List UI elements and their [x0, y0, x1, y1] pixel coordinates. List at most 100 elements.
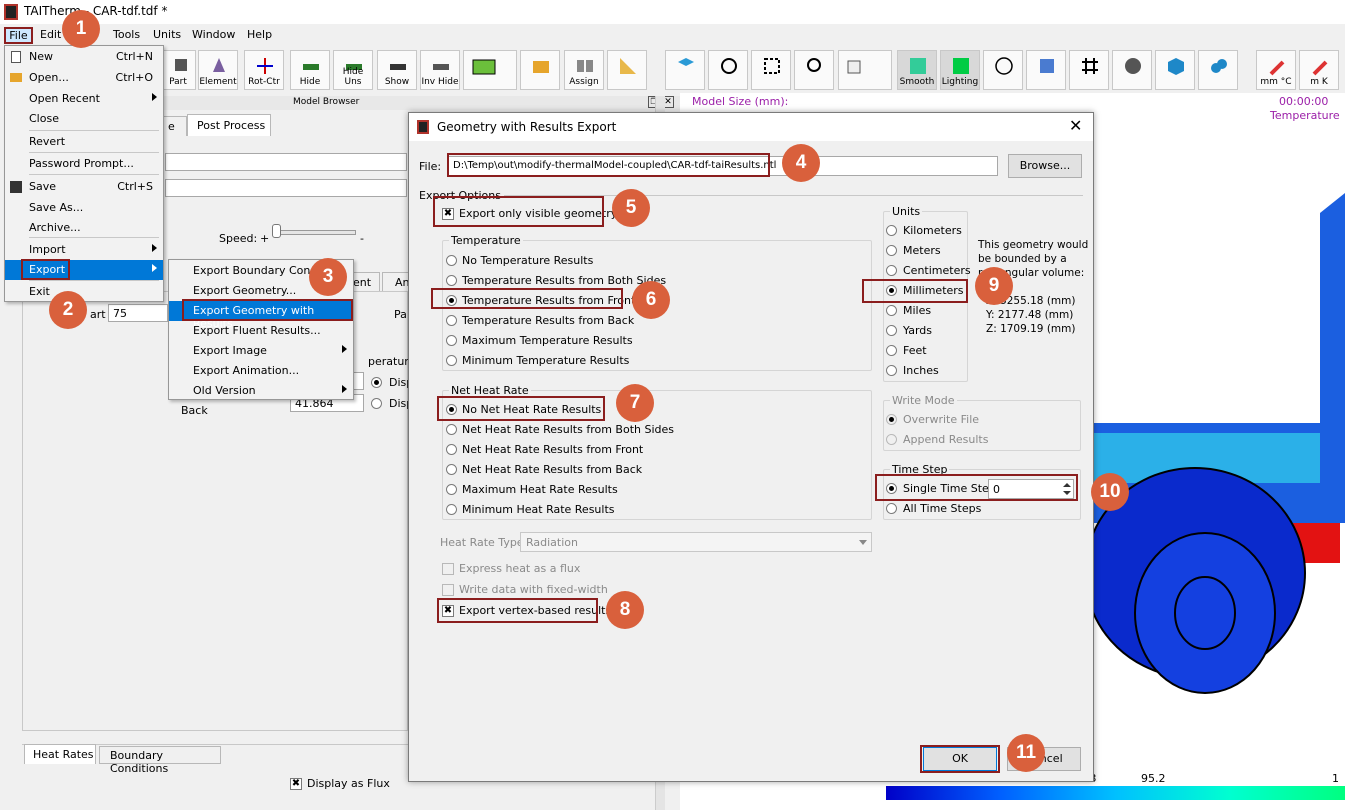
toolbar-measure-button[interactable]: [607, 50, 647, 90]
toolbar-assign-button[interactable]: Assign: [564, 50, 604, 90]
unit-inches-radio[interactable]: [886, 365, 897, 376]
temp-opt-max-radio[interactable]: [446, 335, 457, 346]
part-icon: [175, 59, 187, 71]
toolbar-rot-ctr-button[interactable]: Rot-Ctr: [244, 50, 284, 90]
unit-yards-radio[interactable]: [886, 325, 897, 336]
car-model-render: [1090, 193, 1345, 694]
toolbar-part-button[interactable]: Part: [160, 50, 196, 90]
display-as-flux-checkbox[interactable]: ✖: [290, 778, 302, 790]
express-flux-checkbox[interactable]: [442, 563, 454, 575]
heat-opt-back-radio[interactable]: [446, 464, 457, 475]
file-menu-save-as[interactable]: Save As...: [5, 198, 163, 218]
heat-opt-front-radio[interactable]: [446, 444, 457, 455]
speed-slider-handle[interactable]: [272, 224, 281, 238]
heat-opt-front-label: Net Heat Rate Results from Front: [462, 443, 644, 456]
menu-file[interactable]: File: [4, 27, 33, 44]
unit-cm-radio[interactable]: [886, 265, 897, 276]
start-label: art: [90, 308, 106, 321]
disp-radio-1[interactable]: [371, 377, 382, 388]
file-menu-password-prompt[interactable]: Password Prompt...: [5, 154, 163, 174]
heat-opt-min-radio[interactable]: [446, 504, 457, 515]
overwrite-file-radio[interactable]: [886, 414, 897, 425]
tab-boundary-conditions[interactable]: Boundary Conditions: [99, 746, 221, 775]
heat-opt-both-radio[interactable]: [446, 424, 457, 435]
toolbar-inv-hide-button[interactable]: Inv Hide: [420, 50, 460, 90]
post-field-1[interactable]: [165, 153, 407, 171]
callout-badge-3: 3: [309, 258, 347, 296]
toolbar-zoom-button[interactable]: [794, 50, 834, 90]
callout-badge-1: 1: [62, 10, 100, 48]
heat-rate-type-select[interactable]: Radiation: [520, 532, 872, 552]
toolbar-lighting-button[interactable]: Lighting: [940, 50, 980, 90]
export-fluent-results-item[interactable]: Export Fluent Results...: [169, 321, 353, 341]
browse-button[interactable]: Browse...: [1008, 154, 1082, 178]
file-menu-open-recent[interactable]: Open Recent: [5, 89, 163, 109]
fixed-width-checkbox[interactable]: [442, 584, 454, 596]
file-menu-revert[interactable]: Revert: [5, 132, 163, 152]
start-input[interactable]: 75: [108, 304, 168, 322]
unit-km-radio[interactable]: [886, 225, 897, 236]
toolbar-color-button[interactable]: [463, 50, 517, 90]
toolbar-display-mode-button[interactable]: [838, 50, 892, 90]
toolbar-show-button[interactable]: Show: [377, 50, 417, 90]
toolbar-wheel-button[interactable]: [1112, 50, 1152, 90]
file-menu-close-label: Close: [29, 112, 59, 125]
toolbar-hide-button[interactable]: Hide: [290, 50, 330, 90]
open-folder-icon: [10, 73, 22, 82]
tab-heat-rates[interactable]: Heat Rates: [24, 744, 96, 764]
tab-post-process[interactable]: Post Process: [187, 114, 271, 136]
toolbar-link-button[interactable]: [1198, 50, 1238, 90]
toolbar-fit-button[interactable]: [751, 50, 791, 90]
speed-label: Speed:: [219, 232, 258, 245]
menu-window[interactable]: Window: [192, 28, 235, 41]
temp-opt-both-radio[interactable]: [446, 275, 457, 286]
unit-m-label: Meters: [903, 244, 941, 257]
file-menu-save[interactable]: Save Ctrl+S: [5, 177, 163, 197]
start-value: 75: [113, 307, 127, 320]
menu-tools[interactable]: Tools: [113, 28, 140, 41]
disp-radio-2[interactable]: [371, 398, 382, 409]
toolbar-solid-button[interactable]: [1155, 50, 1195, 90]
file-menu-close[interactable]: Close: [5, 109, 163, 129]
temp-opt-back-radio[interactable]: [446, 315, 457, 326]
toolbar-rotate-button[interactable]: [708, 50, 748, 90]
temp-opt-min-radio[interactable]: [446, 355, 457, 366]
heat-opt-max-radio[interactable]: [446, 484, 457, 495]
toolbar-globe-button[interactable]: [983, 50, 1023, 90]
scale-tick-5: 1: [1332, 772, 1339, 785]
unit-feet-radio[interactable]: [886, 345, 897, 356]
menu-help[interactable]: Help: [247, 28, 272, 41]
speed-slider[interactable]: [272, 230, 356, 235]
export-image-item[interactable]: Export Image: [169, 341, 353, 361]
post-field-2[interactable]: [165, 179, 407, 197]
toolbar-view-iso-button[interactable]: [665, 50, 705, 90]
unit-miles-radio[interactable]: [886, 305, 897, 316]
hide-uns-button-label: Hide Uns: [342, 67, 364, 87]
submenu-arrow-icon: [342, 385, 347, 393]
file-menu-import[interactable]: Import: [5, 240, 163, 260]
dialog-close-icon[interactable]: ✕: [1069, 116, 1082, 135]
append-results-radio[interactable]: [886, 434, 897, 445]
assign-icon: [577, 60, 593, 72]
toolbar-open-folder-button[interactable]: [520, 50, 560, 90]
callout-badge-10: 10: [1091, 473, 1129, 511]
toolbar-box-button[interactable]: [1026, 50, 1066, 90]
toolbar-grid-button[interactable]: [1069, 50, 1109, 90]
callout-box-temp-front: [431, 288, 623, 309]
toolbar-element-button[interactable]: Element: [198, 50, 238, 90]
tab-partial[interactable]: e: [163, 116, 187, 136]
export-animation-item[interactable]: Export Animation...: [169, 361, 353, 381]
toolbar-units-m-k-button[interactable]: m K: [1299, 50, 1339, 90]
menu-units[interactable]: Units: [153, 28, 181, 41]
toolbar-hide-uns-button[interactable]: Hide Uns: [333, 50, 373, 90]
toolbar-smooth-button[interactable]: Smooth: [897, 50, 937, 90]
menu-edit[interactable]: Edit: [40, 28, 61, 41]
export-old-version-item[interactable]: Old Version: [169, 381, 353, 401]
toolbar-units-mm-c-button[interactable]: mm °C: [1256, 50, 1296, 90]
file-menu-open[interactable]: Open... Ctrl+O: [5, 68, 163, 88]
temp-opt-none-radio[interactable]: [446, 255, 457, 266]
unit-m-radio[interactable]: [886, 245, 897, 256]
file-menu-archive[interactable]: Archive...: [5, 218, 163, 238]
all-time-steps-radio[interactable]: [886, 503, 897, 514]
file-menu-new[interactable]: New Ctrl+N: [5, 47, 163, 67]
